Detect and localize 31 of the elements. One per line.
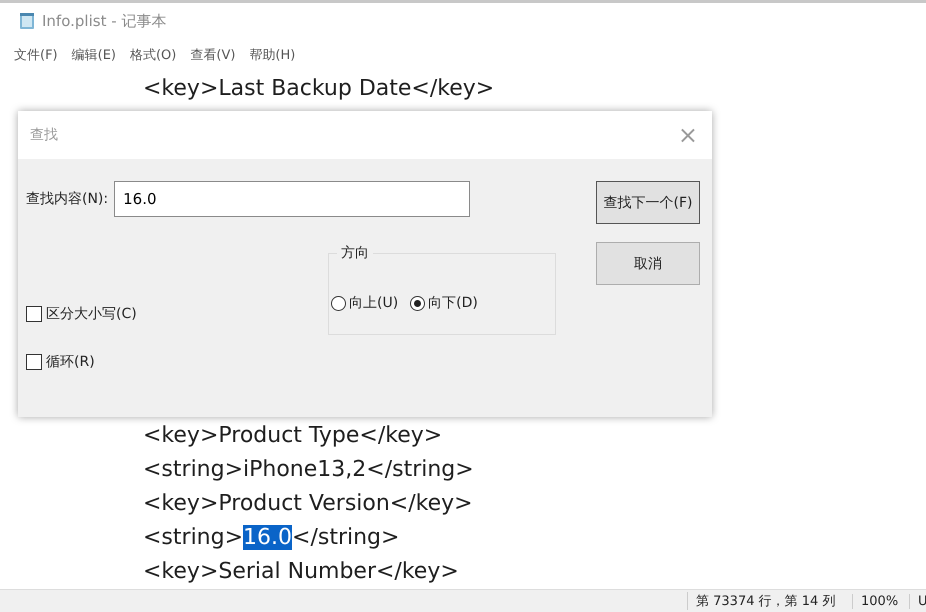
status-text: 第 73374 行，第 14 列	[687, 592, 852, 610]
selected-text: 16.0	[243, 525, 292, 550]
status-text: 100%	[852, 594, 909, 608]
menu-item[interactable]: 格式(O)	[130, 46, 176, 64]
radio-button[interactable]	[410, 296, 426, 310]
code-text: <string>iPhone13,2</string>	[143, 457, 474, 482]
find-label: 查找内容(N):	[26, 190, 108, 208]
group-label: 方向	[337, 244, 373, 262]
checkbox-label: 区分大小写(C)	[46, 305, 137, 323]
cancel-button[interactable]: 取消	[596, 242, 700, 285]
checkbox[interactable]	[26, 306, 42, 322]
dialog-title: 查找	[30, 126, 58, 144]
menu-item[interactable]: 编辑(E)	[72, 46, 116, 64]
find-field[interactable]: 16.0	[114, 181, 470, 217]
code-text: <key>Last Backup Date</key>	[143, 76, 494, 101]
checkbox-label: 循环(R)	[46, 353, 95, 371]
code-text: <key>Product Version</key>	[143, 491, 473, 516]
code-text: <key>Serial Number</key>	[143, 559, 459, 584]
find-next-button[interactable]: 查找下一个(F)	[596, 181, 700, 224]
menu-item[interactable]: 查看(V)	[190, 46, 236, 64]
code-text: <string>	[143, 525, 244, 550]
menu-item[interactable]: 文件(F)	[14, 46, 58, 64]
radio-label: 向上(U)	[349, 294, 398, 312]
menu-item[interactable]: 帮助(H)	[249, 46, 296, 64]
code-text: <key>Product Type</key>	[143, 423, 442, 448]
checkbox[interactable]	[26, 354, 42, 370]
window-title: Info.plist - 记事本	[42, 12, 166, 31]
code-text: </string>	[292, 525, 400, 550]
notepad-icon	[18, 12, 36, 30]
radio-button[interactable]	[331, 296, 346, 310]
radio-label: 向下(D)	[428, 294, 478, 312]
